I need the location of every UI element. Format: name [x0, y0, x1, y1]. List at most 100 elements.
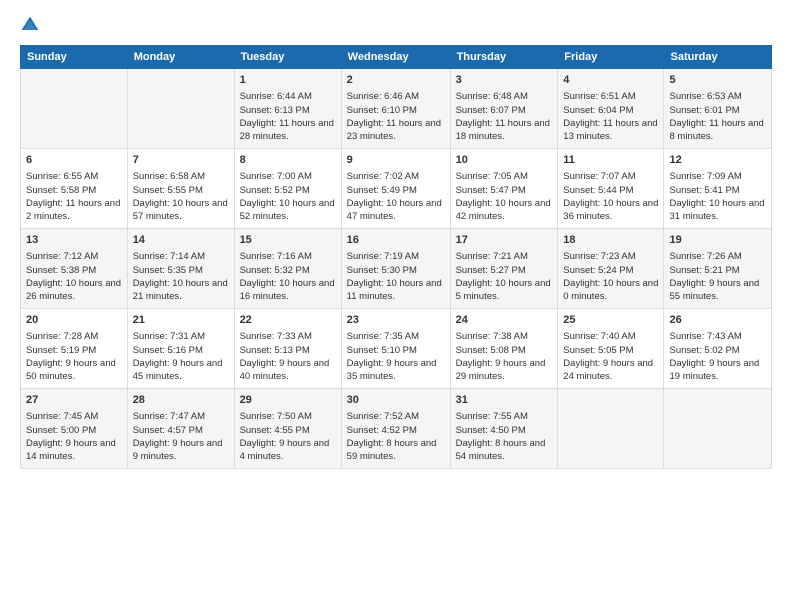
day-number: 30	[347, 393, 445, 408]
calendar-cell	[558, 389, 664, 469]
day-info: Sunrise: 7:07 AM	[563, 170, 658, 183]
day-info: Sunrise: 7:14 AM	[133, 250, 229, 263]
day-info: Sunset: 5:35 PM	[133, 264, 229, 277]
calendar-cell: 31Sunrise: 7:55 AMSunset: 4:50 PMDayligh…	[450, 389, 558, 469]
day-number: 26	[669, 313, 766, 328]
day-info: Sunset: 5:38 PM	[26, 264, 122, 277]
day-number: 17	[456, 233, 553, 248]
calendar-cell: 25 Sunrise: 7:40 AMSunset: 5:05 PMDayligh…	[558, 309, 664, 389]
day-info: Sunrise: 6:58 AM	[133, 170, 229, 183]
day-info: Sunrise: 7:52 AM	[347, 410, 445, 423]
day-info: Daylight: 10 hours and 11 minutes.	[347, 277, 445, 304]
day-info: Sunset: 6:01 PM	[669, 104, 766, 117]
day-info: Sunrise: 7:26 AM	[669, 250, 766, 263]
day-info: Sunrise: 7:55 AM	[456, 410, 553, 423]
day-number: 20	[26, 313, 122, 328]
calendar-week-1: 6Sunrise: 6:55 AMSunset: 5:58 PMDaylight…	[21, 149, 772, 229]
day-number: 28	[133, 393, 229, 408]
day-number: 25	[563, 313, 658, 328]
day-info: Sunrise: 7:47 AM	[133, 410, 229, 423]
day-info: Daylight: 10 hours and 52 minutes.	[240, 197, 336, 224]
day-number: 22	[240, 313, 336, 328]
day-info: Sunset: 6:07 PM	[456, 104, 553, 117]
calendar-cell: 8Sunrise: 7:00 AMSunset: 5:52 PMDaylight…	[234, 149, 341, 229]
day-info: Sunrise: 7:28 AM	[26, 330, 122, 343]
logo	[20, 15, 44, 35]
calendar-cell: 21Sunrise: 7:31 AMSunset: 5:16 PMDayligh…	[127, 309, 234, 389]
day-info: Sunset: 5:55 PM	[133, 184, 229, 197]
day-number: 2	[347, 73, 445, 88]
day-info: Sunset: 5:05 PM	[563, 344, 658, 357]
day-number: 1	[240, 73, 336, 88]
day-number: 10	[456, 153, 553, 168]
day-info: Sunset: 5:41 PM	[669, 184, 766, 197]
calendar-cell: 18Sunrise: 7:23 AMSunset: 5:24 PMDayligh…	[558, 229, 664, 309]
day-info: Daylight: 11 hours and 8 minutes.	[669, 117, 766, 144]
day-number: 21	[133, 313, 229, 328]
calendar-cell: 6Sunrise: 6:55 AMSunset: 5:58 PMDaylight…	[21, 149, 128, 229]
calendar-cell: 10Sunrise: 7:05 AMSunset: 5:47 PMDayligh…	[450, 149, 558, 229]
day-info: Sunset: 5:49 PM	[347, 184, 445, 197]
calendar-cell: 19 Sunrise: 7:26 AMSunset: 5:21 PMDayligh…	[664, 229, 772, 309]
day-info: Daylight: 9 hours and 40 minutes.	[240, 357, 336, 384]
day-info: Daylight: 10 hours and 57 minutes.	[133, 197, 229, 224]
day-info: Sunset: 5:27 PM	[456, 264, 553, 277]
day-info: Daylight: 9 hours and 24 minutes.	[563, 357, 658, 384]
calendar-cell: 15Sunrise: 7:16 AMSunset: 5:32 PMDayligh…	[234, 229, 341, 309]
day-info: Sunrise: 7:35 AM	[347, 330, 445, 343]
day-info: Sunset: 5:19 PM	[26, 344, 122, 357]
day-info: Sunset: 5:24 PM	[563, 264, 658, 277]
day-info: Sunset: 6:10 PM	[347, 104, 445, 117]
day-info: Sunset: 4:55 PM	[240, 424, 336, 437]
day-info: Sunset: 5:00 PM	[26, 424, 122, 437]
calendar-cell: 22Sunrise: 7:33 AMSunset: 5:13 PMDayligh…	[234, 309, 341, 389]
calendar-cell: 12Sunrise: 7:09 AMSunset: 5:41 PMDayligh…	[664, 149, 772, 229]
day-info: Daylight: 9 hours and 55 minutes.	[669, 277, 766, 304]
day-info: Daylight: 10 hours and 31 minutes.	[669, 197, 766, 224]
day-number: 23	[347, 313, 445, 328]
day-info: Sunrise: 7:23 AM	[563, 250, 658, 263]
day-number: 15	[240, 233, 336, 248]
day-info: Sunrise: 7:38 AM	[456, 330, 553, 343]
day-info: Sunset: 5:44 PM	[563, 184, 658, 197]
calendar-cell: 23Sunrise: 7:35 AMSunset: 5:10 PMDayligh…	[341, 309, 450, 389]
calendar-cell: 1Sunrise: 6:44 AMSunset: 6:13 PMDaylight…	[234, 69, 341, 149]
day-info: Sunset: 4:50 PM	[456, 424, 553, 437]
day-info: Daylight: 11 hours and 23 minutes.	[347, 117, 445, 144]
calendar-table: SundayMondayTuesdayWednesdayThursdayFrid…	[20, 45, 772, 469]
day-info: Daylight: 9 hours and 9 minutes.	[133, 437, 229, 464]
day-info: Daylight: 10 hours and 42 minutes.	[456, 197, 553, 224]
calendar-header-friday: Friday	[558, 46, 664, 69]
calendar-header-wednesday: Wednesday	[341, 46, 450, 69]
calendar-cell: 29Sunrise: 7:50 AMSunset: 4:55 PMDayligh…	[234, 389, 341, 469]
calendar-cell: 30Sunrise: 7:52 AMSunset: 4:52 PMDayligh…	[341, 389, 450, 469]
calendar-week-0: 1Sunrise: 6:44 AMSunset: 6:13 PMDaylight…	[21, 69, 772, 149]
day-info: Sunrise: 7:02 AM	[347, 170, 445, 183]
day-number: 6	[26, 153, 122, 168]
day-info: Sunset: 4:57 PM	[133, 424, 229, 437]
day-info: Sunrise: 7:43 AM	[669, 330, 766, 343]
calendar-cell	[21, 69, 128, 149]
calendar-cell: 11 Sunrise: 7:07 AMSunset: 5:44 PMDayligh…	[558, 149, 664, 229]
day-info: Sunrise: 6:48 AM	[456, 90, 553, 103]
day-number: 11	[563, 153, 658, 168]
calendar-cell	[127, 69, 234, 149]
day-number: 12	[669, 153, 766, 168]
day-number: 19	[669, 233, 766, 248]
calendar-cell: 28 Sunrise: 7:47 AMSunset: 4:57 PMDayligh…	[127, 389, 234, 469]
day-info: Sunrise: 7:40 AM	[563, 330, 658, 343]
day-info: Sunrise: 7:50 AM	[240, 410, 336, 423]
calendar-header-thursday: Thursday	[450, 46, 558, 69]
day-info: Daylight: 9 hours and 14 minutes.	[26, 437, 122, 464]
day-number: 7	[133, 153, 229, 168]
day-info: Daylight: 10 hours and 47 minutes.	[347, 197, 445, 224]
day-info: Sunset: 5:08 PM	[456, 344, 553, 357]
calendar-cell: 7 Sunrise: 6:58 AMSunset: 5:55 PMDaylight…	[127, 149, 234, 229]
day-info: Daylight: 10 hours and 16 minutes.	[240, 277, 336, 304]
day-info: Daylight: 8 hours and 59 minutes.	[347, 437, 445, 464]
day-info: Sunset: 5:21 PM	[669, 264, 766, 277]
day-info: Sunrise: 7:31 AM	[133, 330, 229, 343]
day-number: 27	[26, 393, 122, 408]
day-info: Daylight: 10 hours and 36 minutes.	[563, 197, 658, 224]
day-info: Daylight: 8 hours and 54 minutes.	[456, 437, 553, 464]
